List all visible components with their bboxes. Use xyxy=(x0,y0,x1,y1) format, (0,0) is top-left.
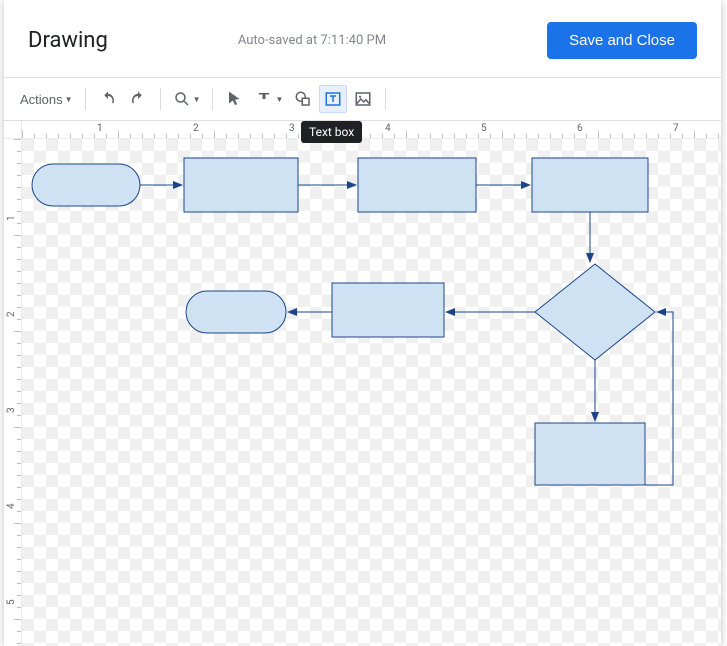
dialog-header: Drawing Auto-saved at 7:11:40 PM Save an… xyxy=(4,0,721,78)
flowchart-rect[interactable] xyxy=(332,283,444,337)
ruler-label: 4 xyxy=(6,503,17,509)
redo-icon xyxy=(129,90,147,108)
canvas-area: 1 2 3 4 5 6 7 1 2 3 4 5 Text box xyxy=(4,120,721,646)
ruler-label: 6 xyxy=(577,123,583,134)
dialog-title: Drawing xyxy=(28,28,108,53)
chevron-down-icon: ▼ xyxy=(193,95,201,104)
ruler-label: 7 xyxy=(673,123,679,134)
shape-icon xyxy=(294,90,312,108)
toolbar: Actions ▼ ▼ ▼ xyxy=(4,78,721,120)
ruler-label: 5 xyxy=(481,123,487,134)
zoom-icon xyxy=(173,90,191,108)
autosave-status: Auto-saved at 7:11:40 PM xyxy=(238,33,547,48)
textbox-tooltip: Text box xyxy=(301,121,362,143)
chevron-down-icon: ▼ xyxy=(275,95,283,104)
flowchart-rect[interactable] xyxy=(358,158,476,212)
separator xyxy=(212,88,213,110)
redo-button[interactable] xyxy=(124,85,152,113)
image-tool[interactable] xyxy=(349,85,377,113)
ruler-label: 2 xyxy=(193,123,199,134)
separator xyxy=(160,88,161,110)
ruler-label: 3 xyxy=(289,123,295,134)
shape-tool[interactable] xyxy=(289,85,317,113)
ruler-label: 1 xyxy=(97,123,103,134)
line-icon xyxy=(255,90,273,108)
horizontal-ruler: 1 2 3 4 5 6 7 xyxy=(22,121,721,139)
ruler-label: 2 xyxy=(6,311,17,317)
save-and-close-button[interactable]: Save and Close xyxy=(547,22,697,59)
ruler-label: 4 xyxy=(385,123,391,134)
flowchart-rounded-rect[interactable] xyxy=(186,291,286,333)
drawing-dialog: Drawing Auto-saved at 7:11:40 PM Save an… xyxy=(4,0,721,646)
actions-menu[interactable]: Actions ▼ xyxy=(16,85,77,113)
flowchart-rect[interactable] xyxy=(532,158,648,212)
ruler-corner xyxy=(4,121,22,139)
textbox-icon xyxy=(324,90,342,108)
line-tool-menu[interactable]: ▼ xyxy=(251,85,287,113)
image-icon xyxy=(354,90,372,108)
zoom-menu[interactable]: ▼ xyxy=(169,85,205,113)
flowchart-diamond[interactable] xyxy=(535,264,655,360)
chevron-down-icon: ▼ xyxy=(65,95,73,104)
cursor-icon xyxy=(226,90,244,108)
separator xyxy=(85,88,86,110)
undo-button[interactable] xyxy=(94,85,122,113)
separator xyxy=(385,88,386,110)
drawing-canvas[interactable] xyxy=(22,139,721,646)
textbox-tool[interactable] xyxy=(319,85,347,113)
flowchart-rect[interactable] xyxy=(535,423,645,485)
undo-icon xyxy=(99,90,117,108)
flowchart-rect[interactable] xyxy=(184,158,298,212)
select-tool[interactable] xyxy=(221,85,249,113)
ruler-label: 1 xyxy=(6,215,17,221)
ruler-label: 3 xyxy=(6,407,17,413)
flowchart-rounded-rect[interactable] xyxy=(32,164,140,206)
flowchart-diagram xyxy=(22,139,721,646)
connector-arrow[interactable] xyxy=(645,312,673,485)
vertical-ruler: 1 2 3 4 5 xyxy=(4,139,22,646)
ruler-label: 5 xyxy=(6,599,17,605)
